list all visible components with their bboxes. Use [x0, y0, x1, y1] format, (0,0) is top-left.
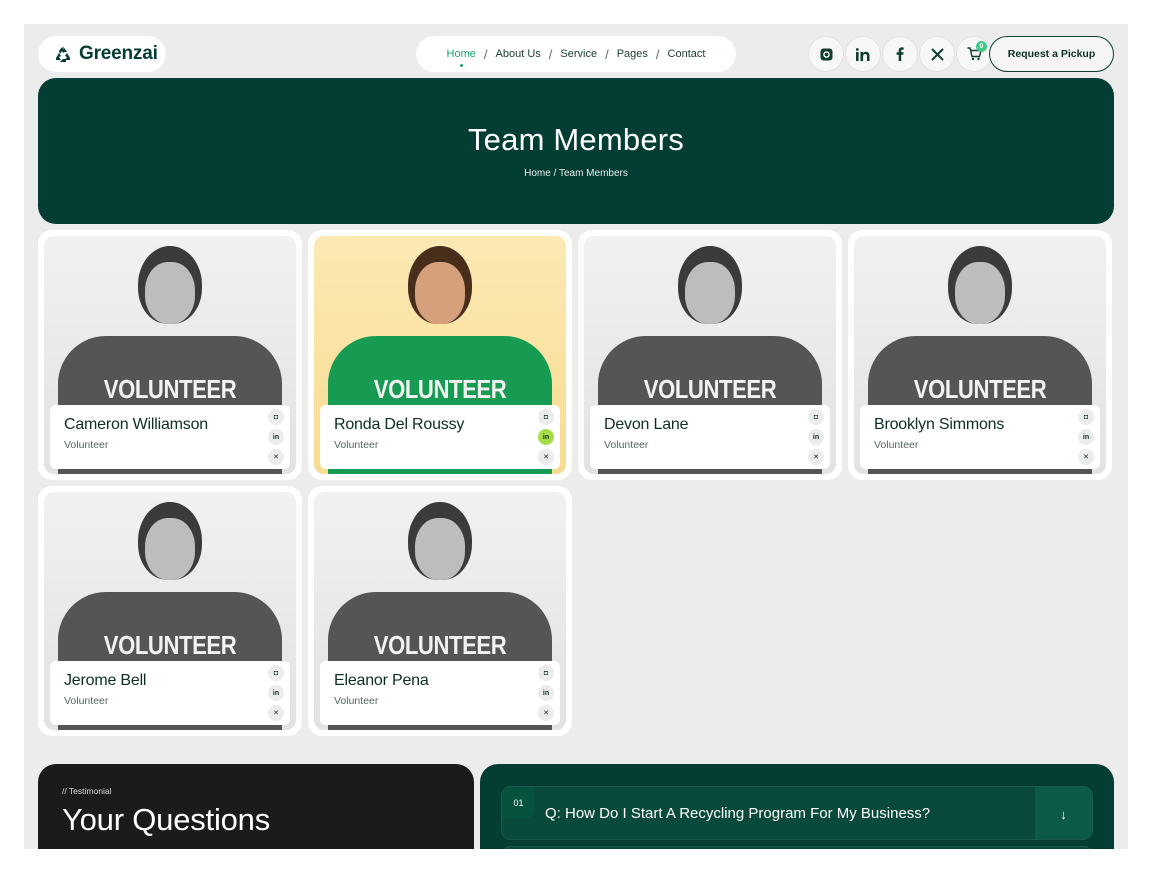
member-info: Cameron Williamson Volunteer ◘ in ✕	[50, 405, 290, 469]
member-social-links: ◘ in ✕	[808, 409, 824, 465]
member-photo: VOLUNTEER Eleanor Pena Volunteer ◘ in ✕	[314, 492, 566, 730]
shirt-print: VOLUNTEER	[103, 630, 237, 660]
team-card[interactable]: VOLUNTEER Ronda Del Roussy Volunteer ◘ i…	[308, 230, 572, 480]
member-photo: VOLUNTEER Jerome Bell Volunteer ◘ in ✕	[44, 492, 296, 730]
section-heading: Your Questions	[62, 802, 271, 837]
member-name[interactable]: Jerome Bell	[64, 672, 276, 690]
member-info: Brooklyn Simmons Volunteer ◘ in ✕	[860, 405, 1100, 469]
member-social-links: ◘ in ✕	[268, 665, 284, 721]
testimonial-section: // Testimonial Your Questions	[38, 764, 474, 849]
member-role: Volunteer	[874, 439, 919, 451]
member-name[interactable]: Ronda Del Roussy	[334, 416, 546, 434]
member-role: Volunteer	[64, 439, 109, 451]
nav-contact[interactable]: Contact	[668, 48, 706, 60]
x-icon[interactable]: ✕	[808, 449, 824, 465]
member-role: Volunteer	[604, 439, 649, 451]
shirt-print: VOLUNTEER	[373, 374, 507, 404]
shirt-print: VOLUNTEER	[913, 374, 1047, 404]
member-social-links: ◘ in ✕	[538, 409, 554, 465]
faq-section: 01 Q: How Do I Start A Recycling Program…	[480, 764, 1114, 849]
shirt-print: VOLUNTEER	[373, 630, 507, 660]
nav-separator: /	[483, 46, 488, 62]
x-icon[interactable]	[919, 36, 955, 72]
instagram-icon[interactable]: ◘	[808, 409, 824, 425]
faq-question[interactable]: Q: How Do I Start A Recycling Program Fo…	[545, 805, 930, 822]
nav-about-us[interactable]: About Us	[496, 48, 541, 60]
shirt-print: VOLUNTEER	[103, 374, 237, 404]
recycle-icon	[56, 46, 70, 62]
member-photo: VOLUNTEER Brooklyn Simmons Volunteer ◘ i…	[854, 236, 1106, 474]
instagram-icon[interactable]: ◘	[268, 409, 284, 425]
member-info: Ronda Del Roussy Volunteer ◘ in ✕	[320, 405, 560, 469]
page-hero: Team Members Home / Team Members	[38, 78, 1114, 224]
member-social-links: ◘ in ✕	[538, 665, 554, 721]
x-icon[interactable]: ✕	[538, 705, 554, 721]
shirt-print: VOLUNTEER	[643, 374, 777, 404]
main-nav: Home / About Us / Service / Pages / Cont…	[416, 36, 736, 72]
member-role: Volunteer	[64, 695, 109, 707]
instagram-icon[interactable]: ◘	[268, 665, 284, 681]
member-social-links: ◘ in ✕	[1078, 409, 1094, 465]
instagram-icon[interactable]: ◘	[1078, 409, 1094, 425]
cart-count-badge: 0	[976, 41, 987, 52]
x-icon[interactable]: ✕	[538, 449, 554, 465]
logo[interactable]: Greenzai	[38, 36, 166, 72]
breadcrumb: Home / Team Members	[524, 168, 628, 179]
team-card[interactable]: VOLUNTEER Cameron Williamson Volunteer ◘…	[38, 230, 302, 480]
linkedin-icon[interactable]	[845, 36, 881, 72]
linkedin-icon[interactable]: in	[808, 429, 824, 445]
member-social-links: ◘ in ✕	[268, 409, 284, 465]
member-photo: VOLUNTEER Devon Lane Volunteer ◘ in ✕	[584, 236, 836, 474]
nav-pages[interactable]: Pages	[617, 48, 648, 60]
member-photo: VOLUNTEER Cameron Williamson Volunteer ◘…	[44, 236, 296, 474]
instagram-icon[interactable]	[808, 36, 844, 72]
linkedin-icon[interactable]: in	[268, 685, 284, 701]
facebook-icon[interactable]	[882, 36, 918, 72]
faq-item[interactable]: 01 Q: How Do I Start A Recycling Program…	[501, 786, 1093, 840]
member-name[interactable]: Cameron Williamson	[64, 416, 276, 434]
nav-separator: /	[655, 46, 660, 62]
page: Greenzai Home / About Us / Service / Pag…	[24, 24, 1128, 849]
linkedin-icon[interactable]: in	[538, 429, 554, 445]
member-info: Jerome Bell Volunteer ◘ in ✕	[50, 661, 290, 725]
nav-home[interactable]: Home	[447, 48, 476, 67]
arrow-down-icon[interactable]: ↓	[1035, 787, 1092, 839]
member-info: Devon Lane Volunteer ◘ in ✕	[590, 405, 830, 469]
faq-item[interactable]	[501, 846, 1093, 849]
x-icon[interactable]: ✕	[268, 449, 284, 465]
member-name[interactable]: Brooklyn Simmons	[874, 416, 1086, 434]
instagram-icon[interactable]: ◘	[538, 409, 554, 425]
faq-number: 01	[502, 787, 535, 819]
linkedin-icon[interactable]: in	[1078, 429, 1094, 445]
nav-separator: /	[605, 46, 609, 62]
member-role: Volunteer	[334, 439, 379, 451]
x-icon[interactable]: ✕	[1078, 449, 1094, 465]
member-photo: VOLUNTEER Ronda Del Roussy Volunteer ◘ i…	[314, 236, 566, 474]
linkedin-icon[interactable]: in	[538, 685, 554, 701]
request-pickup-button[interactable]: Request a Pickup	[989, 36, 1114, 72]
member-name[interactable]: Devon Lane	[604, 416, 816, 434]
section-tag: // Testimonial	[62, 786, 112, 796]
linkedin-icon[interactable]: in	[268, 429, 284, 445]
instagram-icon[interactable]: ◘	[538, 665, 554, 681]
member-name[interactable]: Eleanor Pena	[334, 672, 546, 690]
x-icon[interactable]: ✕	[268, 705, 284, 721]
header-social-links: 0	[808, 36, 992, 72]
team-card[interactable]: VOLUNTEER Devon Lane Volunteer ◘ in ✕	[578, 230, 842, 480]
team-card[interactable]: VOLUNTEER Eleanor Pena Volunteer ◘ in ✕	[308, 486, 572, 736]
member-role: Volunteer	[334, 695, 379, 707]
page-title: Team Members	[467, 122, 684, 157]
team-card[interactable]: VOLUNTEER Jerome Bell Volunteer ◘ in ✕	[38, 486, 302, 736]
nav-service[interactable]: Service	[560, 48, 597, 60]
member-info: Eleanor Pena Volunteer ◘ in ✕	[320, 661, 560, 725]
team-card[interactable]: VOLUNTEER Brooklyn Simmons Volunteer ◘ i…	[848, 230, 1112, 480]
cart-icon[interactable]: 0	[956, 36, 992, 72]
logo-text: Greenzai	[79, 43, 158, 64]
nav-separator: /	[548, 46, 553, 62]
